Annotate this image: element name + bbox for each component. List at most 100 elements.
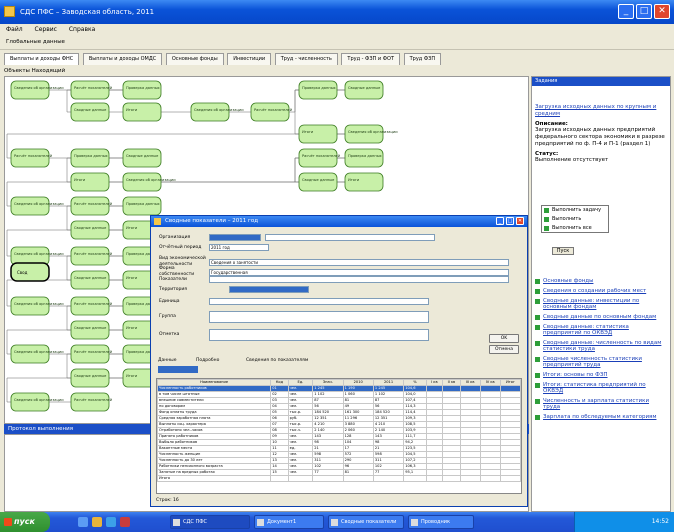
tab-labor-count[interactable]: Труд - численность xyxy=(274,53,338,65)
dialog-tab-indicators[interactable]: Сведения по показателям xyxy=(246,358,308,363)
flow-node-label: Сводные данные xyxy=(74,276,107,280)
tab-labor-fzp-fot[interactable]: Труд - ФЗП и ФОТ xyxy=(341,53,401,65)
menu-file[interactable]: Файл xyxy=(6,26,23,33)
flow-node[interactable]: Расчёт показателей xyxy=(70,296,113,316)
activity-input[interactable]: Сведения о занятости xyxy=(209,258,509,266)
task-item[interactable]: Зарплата по обследуемым категориям xyxy=(532,412,670,422)
period-input[interactable]: 2011 год xyxy=(209,244,269,251)
data-grid[interactable]: Наименование Код Ед. Знач. 2010 2011% I кв II к… xyxy=(156,378,522,494)
dialog-cancel-button[interactable]: Отмена xyxy=(489,345,519,354)
flow-node-label: Сведения об организации xyxy=(14,398,64,402)
task-item[interactable]: Сводные численность статистики предприят… xyxy=(532,354,670,370)
flow-node-label: Сведения об организации xyxy=(14,86,64,90)
flow-node-label: Сведения об организации xyxy=(348,130,398,134)
flow-node[interactable]: Сведения об организации xyxy=(344,124,398,144)
tab-omds[interactable]: Выплаты и доходы ОМДС xyxy=(82,53,163,65)
explorer-icon[interactable] xyxy=(92,517,102,527)
task-summary[interactable]: Сводные показатели xyxy=(328,515,404,529)
flow-node[interactable]: Сводные данные xyxy=(70,102,110,122)
dialog-tab-data[interactable]: Данные xyxy=(158,358,176,363)
task-item[interactable]: Сведения о создании рабочих мест xyxy=(532,286,670,296)
mark-input[interactable] xyxy=(209,329,429,341)
flow-node[interactable]: Итоги xyxy=(122,102,162,122)
menu-service[interactable]: Сервис xyxy=(35,26,57,33)
task-item[interactable]: Итоги: основы по ФЗП xyxy=(532,370,670,380)
task-item[interactable]: Сводные данные: численность по видам ста… xyxy=(532,338,670,354)
flow-node[interactable]: Итоги xyxy=(344,172,384,192)
flow-node-box xyxy=(70,296,110,316)
table-cell xyxy=(403,475,427,482)
flow-node[interactable]: Расчёт показателей xyxy=(70,392,113,412)
sub-toolbar[interactable]: Объекты Находящий xyxy=(4,66,529,76)
table-row[interactable]: Итого xyxy=(157,475,521,482)
flow-node[interactable]: Итоги xyxy=(70,172,110,192)
flow-node-label: Расчёт показателей xyxy=(74,252,113,256)
tab-investments[interactable]: Инвестиции xyxy=(227,53,272,65)
flow-node-label: Итоги xyxy=(302,130,314,134)
task-item[interactable]: Сводные данные по основным фондам xyxy=(532,312,670,322)
flow-node[interactable]: Проверка данных xyxy=(344,148,384,168)
organization-input[interactable] xyxy=(209,234,261,241)
tab-fixed-assets[interactable]: Основные фонды xyxy=(165,53,224,65)
flow-node[interactable]: Сводные данные xyxy=(70,368,110,388)
maximize-button[interactable]: □ xyxy=(636,4,652,19)
flow-node[interactable]: Проверка данных xyxy=(70,148,110,168)
task-explorer[interactable]: Проводник xyxy=(408,515,474,529)
dialog-minimize-button[interactable]: _ xyxy=(496,217,504,225)
flow-node[interactable]: Расчёт показателей xyxy=(70,246,113,266)
context-item-run[interactable]: Выполнить xyxy=(542,215,608,224)
dialog-close-button[interactable]: ✕ xyxy=(516,217,524,225)
context-item-run-task[interactable]: Выполнить задачу xyxy=(542,206,608,215)
flow-node[interactable]: Итоги xyxy=(298,124,338,144)
unit-input[interactable] xyxy=(209,298,429,305)
indicators-input[interactable] xyxy=(209,276,509,283)
territory-input[interactable] xyxy=(229,286,309,293)
close-button[interactable]: ✕ xyxy=(654,4,670,19)
flow-node-box xyxy=(70,320,110,340)
dialog-ok-button[interactable]: OK xyxy=(489,334,519,343)
task-item[interactable]: Сводные данные: инвестиции по основным ф… xyxy=(532,296,670,312)
task-link-load[interactable]: Загрузка исходных данных по крупным и ср… xyxy=(532,104,670,118)
group-input[interactable] xyxy=(209,311,429,323)
flow-node[interactable]: Сводные данные xyxy=(70,320,110,340)
context-item-run-all[interactable]: Выполнить все xyxy=(542,224,608,233)
flow-node[interactable]: Сводные данные xyxy=(344,80,384,100)
global-data-button[interactable]: Глобальные данные xyxy=(6,39,65,45)
run-icon xyxy=(544,226,549,231)
flow-node-label: Расчёт показателей xyxy=(14,154,53,158)
dialog-maximize-button[interactable]: □ xyxy=(506,217,514,225)
flow-node[interactable]: Расчёт показателей xyxy=(250,102,293,122)
flow-node[interactable]: Сводные данные xyxy=(122,148,162,168)
flow-node[interactable]: Сводные данные xyxy=(70,270,110,290)
start-task-button[interactable]: Пуск xyxy=(552,247,574,255)
organization-name-input[interactable] xyxy=(265,234,435,241)
flow-node[interactable]: Расчёт показателей xyxy=(70,344,113,364)
flow-node-label: Сводные данные xyxy=(348,86,381,90)
task-doc[interactable]: Документ1 xyxy=(254,515,324,529)
flow-node[interactable]: Проверка данных xyxy=(122,80,162,100)
flow-node[interactable]: Расчёт показателей xyxy=(10,148,53,168)
flow-node[interactable]: Расчёт показателей xyxy=(70,80,113,100)
minimize-button[interactable]: _ xyxy=(618,4,634,19)
task-sds[interactable]: СДС ПФС xyxy=(170,515,250,529)
desktop-icon[interactable] xyxy=(78,517,88,527)
flow-node[interactable]: Сводные данные xyxy=(70,220,110,240)
browser-icon[interactable] xyxy=(106,517,116,527)
task-item[interactable]: Численность и зарплата статистики труда xyxy=(532,396,670,412)
task-item[interactable]: Основные фонды xyxy=(532,276,670,286)
task-item[interactable]: Итоги: статистика предприятий по ОКВЭД xyxy=(532,380,670,396)
app-icon-quick[interactable] xyxy=(120,517,130,527)
flow-node[interactable]: Сводные данные xyxy=(298,172,338,192)
task-item[interactable]: Сводные данные: статистика предприятий п… xyxy=(532,322,670,338)
tab-labor-fzp[interactable]: Труд ФЗП xyxy=(403,53,442,65)
flow-node[interactable]: Расчёт показателей xyxy=(298,148,341,168)
start-button[interactable]: пуск xyxy=(0,512,50,532)
dialog-tab-details[interactable]: Подробно xyxy=(196,358,219,363)
tab-fns[interactable]: Выплаты и доходы ФНС xyxy=(4,53,80,65)
table-cell xyxy=(479,475,501,482)
flow-node[interactable]: Расчёт показателей xyxy=(70,196,113,216)
ownership-input[interactable]: Государственная xyxy=(209,268,509,276)
flow-node[interactable]: Проверка данных xyxy=(122,196,162,216)
flow-node[interactable]: Проверка данных xyxy=(298,80,338,100)
menu-help[interactable]: Справка xyxy=(69,26,95,33)
